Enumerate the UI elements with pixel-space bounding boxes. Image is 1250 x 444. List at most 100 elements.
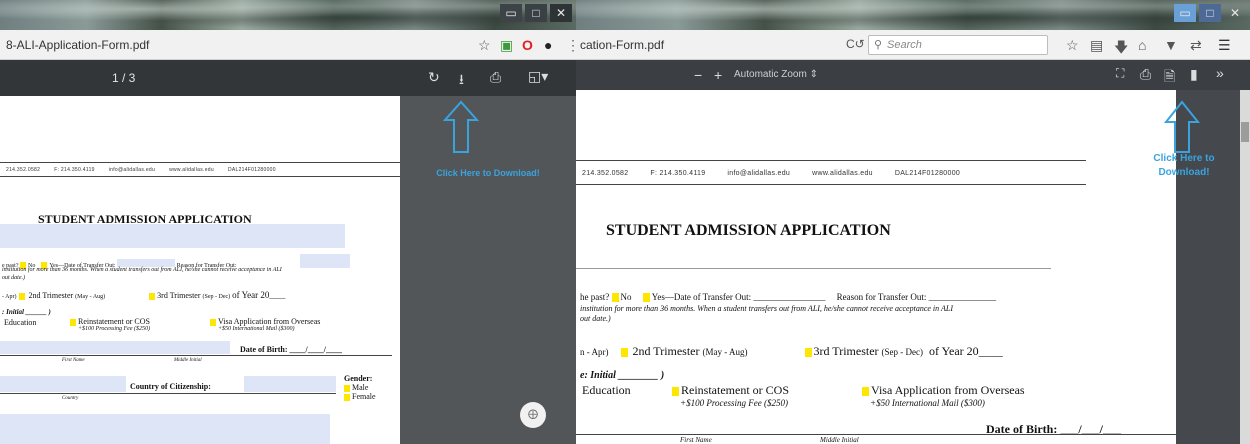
fullscreen-icon[interactable]: ⛶ — [1116, 66, 1124, 81]
bottom-field[interactable] — [0, 414, 330, 444]
scrollbar-track[interactable] — [1240, 90, 1250, 444]
transfer-date-field[interactable] — [117, 259, 176, 267]
female-checkbox[interactable] — [344, 393, 350, 401]
close-button-right[interactable]: ✕ — [1224, 4, 1246, 22]
pdf-toolbar: 1 / 3 ↻ ⭳ ⎙ ◱▾ — [0, 60, 576, 96]
contact-line: 214.352.0582 F: 214.350.4119 info@alidal… — [6, 167, 276, 173]
sync-icon[interactable]: ⇄ — [1190, 37, 1202, 54]
pdf-viewer-right[interactable]: 214.352.0582 F: 214.350.4119 info@alidal… — [576, 90, 1250, 444]
initial-label: : Initial ______ ) — [2, 308, 51, 316]
visa-checkbox[interactable] — [210, 318, 216, 326]
reader-list-icon[interactable]: ▤ — [1090, 37, 1103, 54]
male-checkbox[interactable] — [344, 384, 350, 392]
reload-icon[interactable]: C↺ — [846, 37, 865, 51]
search-icon: ⚲ — [874, 39, 883, 51]
pdf-page: 214.352.0582 F: 214.350.4119 info@alidal… — [0, 96, 400, 444]
title-bar: ▭ □ ✕ — [0, 0, 576, 30]
middle-initial-caption-right: Middle Initial — [820, 436, 859, 444]
trimester2-checkbox-right[interactable] — [620, 347, 628, 357]
visa-option-right: Visa Application from Overseas +$50 Inte… — [862, 383, 1025, 408]
no-checkbox-right[interactable] — [611, 293, 619, 303]
search-placeholder: Search — [887, 39, 922, 51]
tools-chevron-icon[interactable]: » — [1216, 65, 1224, 81]
extension-green-icon[interactable]: ▣ — [500, 37, 513, 54]
star-icon[interactable]: ☆ — [478, 37, 491, 54]
print-icon-right[interactable]: ⎙ — [1140, 66, 1151, 83]
name-field[interactable] — [0, 341, 230, 354]
zoom-out-icon[interactable]: − — [694, 67, 702, 83]
transfer-row-right: he past? No Yes—Date of Transfer Out: __… — [580, 292, 997, 303]
download-annotation-right: Click Here to Download! — [1153, 153, 1215, 178]
maximize-button[interactable]: □ — [525, 4, 547, 22]
opera-icon[interactable]: O — [522, 37, 533, 53]
dob-label: Date of Birth: ____/____/____ — [240, 345, 342, 354]
url-text[interactable]: 8-ALI-Application-Form.pdf — [6, 38, 149, 52]
zoom-select[interactable]: Automatic Zoom ⇕ — [734, 69, 818, 80]
transfer-reason-field[interactable] — [300, 254, 350, 268]
zoom-fab-icon[interactable]: ⨁ — [520, 402, 546, 428]
education-label-right: Education — [582, 383, 631, 397]
maximize-button-right[interactable]: □ — [1199, 4, 1221, 22]
scrollbar-thumb[interactable] — [1241, 122, 1249, 142]
menu-icon[interactable]: ⋮ — [566, 37, 576, 54]
print-icon[interactable]: ⎙ — [490, 69, 501, 86]
gender-block: Gender: Male Female — [344, 374, 376, 401]
hamburger-menu-icon[interactable]: ☰ — [1218, 37, 1231, 54]
address-bar-right[interactable]: cation-Form.pdf C↺ ⚲ Search ☆ ▤ 🡇 ⌂ ▼ ⇄ … — [576, 30, 1250, 60]
reinstatement-checkbox-right[interactable] — [672, 386, 679, 396]
arrow-up-annotation — [442, 100, 480, 153]
pdfjs-toolbar: − + Automatic Zoom ⇕ ⛶ ⎙ 🗎 ▮ » — [576, 60, 1250, 90]
minimize-button[interactable]: ▭ — [1174, 4, 1196, 22]
firefox-window: ▭ □ ✕ cation-Form.pdf C↺ ⚲ Search ☆ ▤ 🡇 … — [576, 0, 1250, 444]
citizenship-field[interactable] — [244, 376, 336, 392]
chrome-window: ▭ □ ✕ 8-ALI-Application-Form.pdf ☆ ▣ O ●… — [0, 0, 576, 444]
title-bar-right: ▭ □ ✕ — [576, 0, 1250, 30]
bookmark-icon[interactable]: ◱▾ — [528, 68, 548, 85]
trimester-row: - Apr) 2nd Trimester (May - Aug) 3rd Tri… — [2, 290, 286, 300]
url-text-right[interactable]: cation-Form.pdf — [580, 38, 664, 52]
trimester3-checkbox-right[interactable] — [804, 347, 812, 357]
close-button[interactable]: ✕ — [550, 4, 572, 22]
restore-icon[interactable]: ▭ — [500, 4, 522, 22]
arrow-up-annotation-right — [1163, 100, 1201, 153]
bookmark-icon-right[interactable]: ▮ — [1190, 66, 1198, 83]
save-icon[interactable]: 🗎 — [1164, 66, 1175, 90]
pdf-page-right: 214.352.0582 F: 214.350.4119 info@alidal… — [576, 90, 1176, 444]
page-counter: 1 / 3 — [112, 71, 136, 85]
first-name-caption: First Name — [62, 358, 85, 363]
notice-line: institution for more than 36 months. Whe… — [2, 267, 282, 273]
notice-line-2-right: out date.) — [580, 314, 611, 323]
notice-line-2: out date.) — [2, 275, 25, 281]
reinstatement-option: Reinstatement or COS +$100 Processing Fe… — [70, 317, 150, 332]
yes-checkbox-right[interactable] — [642, 293, 650, 303]
visa-option: Visa Application from Overseas +$50 Inte… — [210, 317, 320, 332]
name-field-header[interactable] — [0, 224, 345, 248]
form-title-right: STUDENT ADMISSION APPLICATION — [606, 222, 891, 239]
download-arrow-icon[interactable]: 🡇 — [1114, 37, 1128, 61]
search-box[interactable]: ⚲ Search — [868, 35, 1048, 55]
pocket-icon[interactable]: ▼ — [1164, 37, 1178, 53]
initial-label-right: e: Initial ________ ) — [580, 370, 665, 381]
contact-line-right: 214.352.0582 F: 214.350.4119 info@alidal… — [582, 170, 961, 177]
middle-initial-caption: Middle Initial — [174, 358, 202, 363]
country-field[interactable] — [0, 376, 126, 392]
star-icon-right[interactable]: ☆ — [1066, 37, 1079, 54]
extension-dark-icon[interactable]: ● — [544, 37, 552, 53]
zoom-in-icon[interactable]: + — [714, 67, 722, 83]
country-caption: Country — [62, 396, 79, 401]
download-icon[interactable]: ⭳ — [459, 69, 464, 93]
visa-checkbox-right[interactable] — [862, 386, 869, 396]
home-icon[interactable]: ⌂ — [1138, 37, 1146, 53]
first-name-caption-right: First Name — [680, 436, 712, 444]
download-annotation: Click Here to Download! — [436, 168, 540, 178]
notice-line-right: institution for more than 36 months. Whe… — [580, 304, 953, 313]
reinstatement-checkbox[interactable] — [70, 318, 76, 326]
trimester3-checkbox[interactable] — [149, 292, 156, 300]
rotate-icon[interactable]: ↻ — [428, 69, 440, 86]
pdf-viewer[interactable]: 214.352.0582 F: 214.350.4119 info@alidal… — [0, 96, 576, 444]
citizenship-label: Country of Citizenship: — [130, 382, 211, 391]
trimester2-checkbox[interactable] — [18, 292, 25, 300]
application-type-row: Education — [4, 318, 37, 327]
reinstatement-option-right: Reinstatement or COS +$100 Processing Fe… — [672, 383, 789, 408]
address-bar[interactable]: 8-ALI-Application-Form.pdf ☆ ▣ O ● ⋮ — [0, 30, 576, 60]
